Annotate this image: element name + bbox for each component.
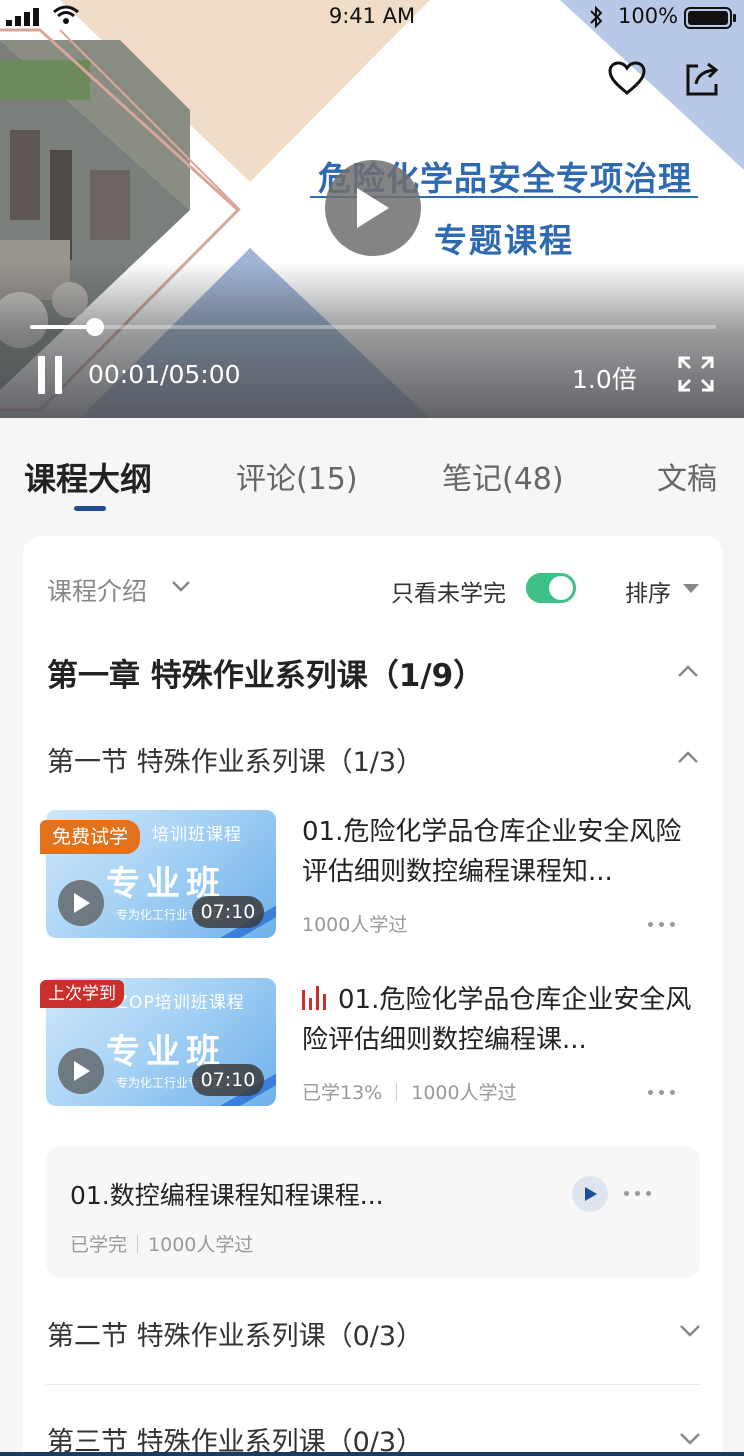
video-time: 00:01/05:00	[88, 360, 241, 389]
lesson-meta: 已学完 1000人学过	[70, 1230, 253, 1257]
lesson-meta: 1000人学过	[302, 910, 407, 937]
lesson-title[interactable]: 01.危险化学品仓库企业安全风险评估细则数控编程课程知...	[302, 812, 692, 892]
more-options-icon[interactable]	[648, 922, 678, 928]
section-title[interactable]: 第一节 特殊作业系列课（1/3）	[47, 740, 423, 779]
last-watched-badge: 上次学到	[40, 980, 124, 1008]
section-divider	[46, 1384, 700, 1385]
now-playing-bars-icon	[302, 986, 326, 1010]
chevron-up-icon[interactable]	[677, 664, 699, 678]
thumbnail-play-button[interactable]	[58, 1048, 104, 1094]
lesson-item[interactable]: HAZOP培训班课程 专业班 专为化工行业专业技术 07:10 上次学到 01.…	[40, 978, 706, 1108]
caret-down-icon[interactable]	[683, 584, 699, 594]
banner-subtitle: 专题课程	[434, 221, 574, 260]
content-tabs: 课程大纲 评论(15) 笔记(48) 文稿	[0, 418, 744, 530]
meta-divider	[396, 1083, 398, 1101]
fullscreen-icon[interactable]	[678, 356, 714, 392]
chevron-down-icon[interactable]	[679, 1324, 701, 1338]
more-options-icon[interactable]	[624, 1191, 654, 1197]
unfinished-filter-toggle[interactable]	[526, 573, 576, 603]
pause-bar-right	[55, 356, 62, 394]
pause-bar-left	[38, 356, 45, 394]
favorite-heart-icon[interactable]	[606, 58, 648, 100]
free-trial-badge: 免费试学	[40, 820, 141, 854]
video-player[interactable]: 9:41 AM 100% 危险化学品安全专项治理 专题课程 00:01/05:0…	[0, 0, 744, 418]
lesson-title[interactable]: 01.危险化学品仓库企业安全风险评估细则数控编程课...	[302, 980, 692, 1060]
lesson-status: 已学完	[70, 1234, 128, 1256]
tab-transcript[interactable]: 文稿	[657, 454, 717, 498]
active-tab-indicator	[74, 506, 106, 511]
lesson-learners: 1000人学过	[302, 914, 408, 936]
play-icon	[357, 188, 389, 228]
battery-icon	[684, 7, 736, 29]
chevron-up-icon[interactable]	[677, 750, 699, 764]
more-options-icon[interactable]	[648, 1090, 678, 1096]
play-icon	[585, 1187, 597, 1201]
chevron-down-icon[interactable]	[171, 580, 191, 594]
lesson-title[interactable]: 01.数控编程课程知程课程...	[70, 1176, 384, 1212]
progress-track[interactable]	[30, 325, 716, 329]
section-title[interactable]: 第三节 特殊作业系列课（0/3）	[47, 1420, 423, 1456]
sort-button[interactable]: 排序	[625, 574, 671, 608]
thumbnail-caption: 培训班课程	[152, 825, 242, 845]
section-title[interactable]: 第二节 特殊作业系列课（0/3）	[47, 1314, 423, 1353]
meta-divider	[137, 1235, 139, 1253]
toggle-knob	[549, 576, 573, 600]
bluetooth-icon	[590, 5, 603, 29]
lesson-play-button[interactable]	[572, 1176, 608, 1212]
bottom-edge-bar	[0, 1452, 744, 1456]
playback-speed-button[interactable]: 1.0倍	[572, 360, 637, 396]
chapter-title[interactable]: 第一章 特殊作业系列课（1/9）	[47, 650, 484, 695]
play-icon	[74, 893, 90, 913]
lesson-progress: 已学13%	[302, 1082, 383, 1104]
lesson-duration: 07:10	[192, 896, 264, 928]
unfinished-filter-label: 只看未学完	[391, 581, 506, 607]
completed-lesson-item[interactable]: 01.数控编程课程知程课程... 已学完 1000人学过	[46, 1146, 700, 1278]
lesson-duration: 07:10	[192, 1064, 264, 1096]
course-intro-toggle[interactable]: 课程介绍	[47, 572, 147, 608]
share-icon[interactable]	[682, 58, 724, 100]
tab-comments[interactable]: 评论(15)	[236, 454, 358, 498]
chevron-down-icon[interactable]	[679, 1432, 701, 1446]
thumbnail-play-button[interactable]	[58, 880, 104, 926]
tab-notes[interactable]: 笔记(48)	[442, 454, 564, 498]
lesson-title-text: 01.危险化学品仓库企业安全风险评估细则数控编程课...	[302, 985, 692, 1055]
tab-outline[interactable]: 课程大纲	[24, 454, 152, 500]
center-play-button[interactable]	[325, 160, 421, 256]
lesson-learners: 1000人学过	[411, 1082, 517, 1104]
lesson-learners: 1000人学过	[148, 1234, 254, 1256]
status-bar: 9:41 AM 100%	[0, 0, 744, 34]
lesson-meta: 已学13% 1000人学过	[302, 1078, 517, 1105]
course-outline-card: 课程介绍 只看未学完 排序 第一章 特殊作业系列课（1/9） 第一节 特殊作业系…	[23, 536, 723, 1456]
battery-percent: 100%	[618, 4, 679, 28]
pause-button[interactable]	[36, 356, 66, 394]
lesson-item[interactable]: 培训班课程 专业班 专为化工行业专业技术 07:10 免费试学 01.危险化学品…	[40, 810, 706, 940]
play-icon	[74, 1061, 90, 1081]
